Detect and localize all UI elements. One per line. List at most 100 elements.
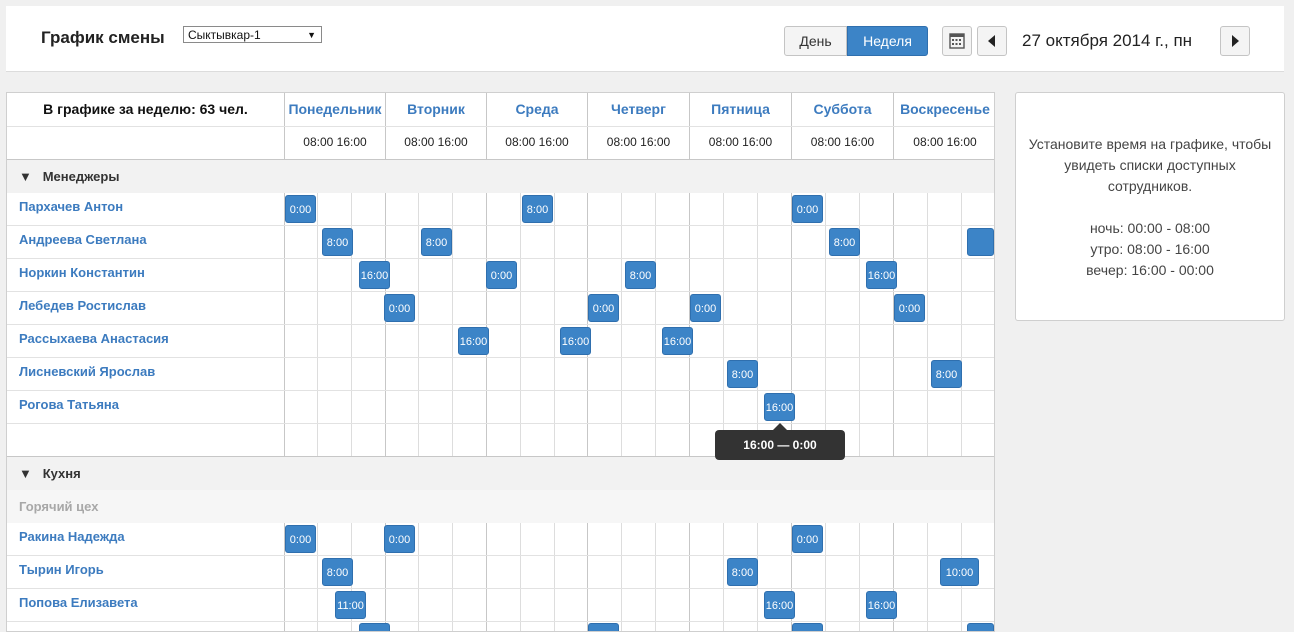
day-header-friday[interactable]: Пятница [690,93,791,126]
employee-name[interactable]: Лисневский Ярослав [19,358,155,391]
subgroup-name: Горячий цех [19,499,99,514]
group-row-managers[interactable]: ▼ Менеджеры [7,160,994,193]
shift-block[interactable]: 0:00 [792,195,823,223]
shift-block[interactable] [967,228,994,256]
next-date-button[interactable] [1220,26,1250,56]
group-name: Менеджеры [42,169,120,184]
shift-block[interactable]: 0:00 [384,294,415,322]
grid-line [520,159,521,631]
shift-block[interactable]: 16:00 [560,327,591,355]
employee-name[interactable]: Лебедев Ростислав [19,292,146,325]
shift-block[interactable]: 8:00 [727,360,758,388]
shift-block[interactable] [359,623,390,631]
info-spacer [1016,197,1284,218]
grid-line [825,159,826,631]
shift-block[interactable]: 16:00 [458,327,489,355]
info-text: увидеть списки доступных [1064,157,1236,173]
grid-line [554,159,555,631]
employee-name[interactable]: Андреева Светлана [19,226,147,259]
group-name: Кухня [42,466,81,481]
shift-block[interactable]: 16:00 [866,261,897,289]
shift-block[interactable]: 0:00 [486,261,517,289]
employee-name[interactable]: Рогова Татьяна [19,391,119,424]
day-header-tuesday[interactable]: Вторник [386,93,486,126]
shift-block[interactable]: 0:00 [894,294,925,322]
view-week-button[interactable]: Неделя [847,26,928,56]
top-bar: График смены Сыктывкар-1 ▼ День Неделя 2… [6,6,1284,72]
grid-line [927,159,928,631]
grid-line [723,159,724,631]
schedule-grid: В графике за неделю: 63 чел. Понедельник… [6,92,995,632]
calendar-icon [949,33,965,49]
shift-block[interactable]: 0:00 [690,294,721,322]
row-line [7,555,994,556]
shift-block[interactable] [967,623,994,631]
employee-name[interactable]: Попова Елизавета [19,589,138,622]
row-line [7,423,994,424]
time-header: 08:00 16:00 [708,135,773,149]
chevron-left-icon [988,35,995,47]
info-text: Установите время на графике, чтобы [1028,136,1272,152]
row-line [7,258,994,259]
page-title: График смены [41,28,165,47]
time-header: 08:00 16:00 [404,135,468,149]
shift-block[interactable]: 8:00 [625,261,656,289]
shift-block[interactable]: 16:00 [764,393,795,421]
shift-block[interactable]: 16:00 [764,591,795,619]
info-text: сотрудников. [1107,178,1193,194]
shift-block[interactable]: 0:00 [384,525,415,553]
branch-select-value: Сыктывкар-1 [188,28,261,42]
shift-block[interactable]: 0:00 [285,525,316,553]
shift-block[interactable]: 0:00 [588,294,619,322]
group-label: ▼ Менеджеры [19,160,119,193]
week-total: В графике за неделю: 63 чел. [43,101,248,117]
day-header-thursday[interactable]: Четверг [588,93,689,126]
shift-block[interactable]: 8:00 [322,228,353,256]
time-header: 08:00 16:00 [606,135,671,149]
shift-block[interactable]: 8:00 [931,360,962,388]
shift-block[interactable]: 8:00 [522,195,553,223]
group-row-kitchen[interactable]: ▼ Кухня [7,457,994,490]
shift-block[interactable]: 16:00 [866,591,897,619]
employee-name[interactable]: Норкин Константин [19,259,145,292]
shift-block[interactable]: 8:00 [322,558,353,586]
shift-block[interactable] [792,623,823,631]
branch-select[interactable]: Сыктывкар-1 ▼ [183,26,322,43]
day-header-wednesday[interactable]: Среда [487,93,587,126]
shift-block[interactable]: 0:00 [792,525,823,553]
calendar-button[interactable] [942,26,972,56]
shift-block[interactable]: 16:00 [359,261,390,289]
group-label: ▼ Кухня [19,457,81,490]
prev-date-button[interactable] [977,26,1007,56]
info-evening: вечер: 16:00 - 00:00 [1086,262,1214,278]
grid-line [452,159,453,631]
shift-block[interactable]: 16:00 [662,327,693,355]
shift-block[interactable] [588,623,619,631]
grid-line [655,159,656,631]
employee-name[interactable]: Пархачев Антон [19,193,123,226]
time-header: 08:00 16:00 [810,135,875,149]
shift-block[interactable]: 8:00 [727,558,758,586]
employee-name[interactable]: Тырин Игорь [19,556,104,589]
shift-block[interactable]: 8:00 [421,228,452,256]
row-line [7,225,994,226]
shift-block[interactable]: 8:00 [829,228,860,256]
view-day-button[interactable]: День [784,26,847,56]
info-panel: Установите время на графике, чтобы увиде… [1015,92,1285,321]
employee-name[interactable]: Ракина Надежда [19,523,125,556]
day-header-saturday[interactable]: Суббота [792,93,893,126]
day-header-monday[interactable]: Понедельник [285,93,385,126]
row-line [7,588,994,589]
caret-down-icon: ▼ [307,30,316,40]
shift-block[interactable]: 10:00 [940,558,979,586]
collapse-toggle-icon: ▼ [19,169,32,184]
employee-name[interactable]: Рассыхаева Анастасия [19,325,169,358]
time-header: 08:00 16:00 [913,135,977,149]
shift-block[interactable]: 0:00 [285,195,316,223]
chevron-right-icon [1232,35,1239,47]
grid-line [621,159,622,631]
tooltip-arrow [773,423,787,430]
info-night: ночь: 00:00 - 08:00 [1089,220,1211,236]
shift-block[interactable]: 11:00 [335,591,366,619]
day-header-sunday[interactable]: Воскресенье [894,93,994,126]
